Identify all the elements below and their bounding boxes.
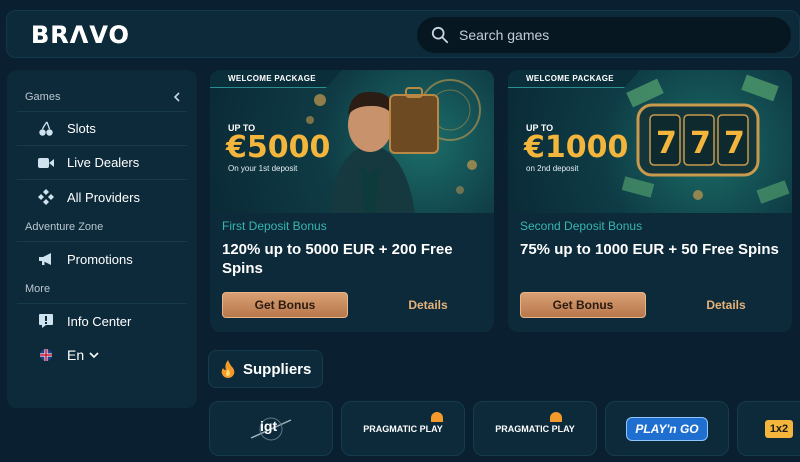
search-icon — [431, 26, 449, 44]
banner-amount: €1000 — [524, 130, 629, 165]
bonus-title: 75% up to 1000 EUR + 50 Free Spins — [520, 241, 779, 258]
sidebar-section-label: Games — [25, 91, 61, 103]
pragmatic-play-logo-icon — [550, 412, 562, 422]
provider-name: PLAY'n GO — [626, 416, 708, 441]
info-bubble-icon — [37, 312, 55, 330]
search-bar[interactable] — [417, 17, 791, 53]
brand-logo[interactable]: BRΛVO — [31, 21, 130, 49]
sidebar-item-label: Info Center — [67, 313, 132, 329]
svg-text:7: 7 — [724, 126, 745, 161]
sidebar: Games Slots Live Dealers All Providers A… — [7, 70, 197, 408]
sidebar-item-promotions[interactable]: Promotions — [17, 242, 187, 276]
banner-amount: €5000 — [226, 130, 331, 165]
bonus-card-second: 7 7 7 WELCOME PACKAGE UP TO €1000 on 2nd… — [508, 70, 792, 332]
sidebar-item-label: Promotions — [67, 251, 133, 267]
provider-pragmatic-1[interactable]: PRAGMATIC PLAY — [341, 401, 465, 456]
sidebar-item-all-providers[interactable]: All Providers — [17, 180, 187, 214]
provider-pragmatic-2[interactable]: PRAGMATIC PLAY — [473, 401, 597, 456]
language-selector[interactable]: En — [17, 338, 187, 372]
get-bonus-button[interactable]: Get Bonus — [222, 292, 348, 318]
provider-1x2[interactable]: 1x2 — [737, 401, 800, 456]
svg-text:7: 7 — [656, 126, 677, 161]
provider-playngo[interactable]: PLAY'n GO — [605, 401, 729, 456]
sidebar-item-label: Live Dealers — [67, 155, 140, 170]
bonus-label: First Deposit Bonus — [222, 219, 327, 233]
chevron-left-icon[interactable] — [173, 92, 181, 102]
uk-flag-icon — [37, 346, 55, 364]
sidebar-item-slots[interactable]: Slots — [17, 112, 187, 146]
bonus-label: Second Deposit Bonus — [520, 219, 643, 233]
video-camera-icon — [37, 154, 55, 172]
sidebar-item-label: All Providers — [67, 189, 140, 205]
sidebar-item-live-dealers[interactable]: Live Dealers — [17, 146, 187, 180]
welcome-package-tag: WELCOME PACKAGE — [210, 70, 342, 88]
diamonds-grid-icon — [37, 188, 55, 206]
bonus-banner[interactable]: 7 7 7 WELCOME PACKAGE UP TO €1000 on 2nd… — [508, 70, 792, 213]
bonus-title: 120% up to 5000 EUR + 200 Free Spins — [222, 241, 453, 277]
provider-name: 1x2 — [764, 419, 794, 438]
search-input[interactable] — [459, 27, 759, 43]
suppliers-heading[interactable]: Suppliers — [208, 350, 323, 388]
welcome-package-tag: WELCOME PACKAGE — [508, 70, 640, 88]
sidebar-section-more: More — [17, 278, 187, 300]
provider-name: PRAGMATIC PLAY — [363, 423, 443, 434]
pragmatic-play-logo-icon — [431, 412, 443, 422]
details-button[interactable]: Details — [390, 292, 466, 318]
details-button[interactable]: Details — [688, 292, 764, 318]
suppliers-title: Suppliers — [243, 360, 312, 378]
sidebar-item-label: Slots — [67, 121, 96, 136]
sidebar-section-games: Games — [17, 86, 187, 108]
banner-subtitle: On your 1st deposit — [228, 164, 298, 173]
provider-igt[interactable]: igt — [209, 401, 333, 456]
sidebar-section-adventure: Adventure Zone — [17, 216, 187, 238]
cherries-icon — [37, 120, 55, 138]
sidebar-section-label: Adventure Zone — [25, 221, 104, 233]
bonus-banner[interactable]: WELCOME PACKAGE UP TO €5000 On your 1st … — [210, 70, 494, 213]
provider-name: PRAGMATIC PLAY — [495, 423, 575, 434]
chevron-down-icon — [89, 352, 99, 359]
provider-name: igt — [260, 418, 278, 434]
megaphone-icon — [37, 250, 55, 268]
sidebar-section-label: More — [25, 283, 51, 295]
banner-subtitle: on 2nd deposit — [526, 164, 579, 173]
bonus-card-first: WELCOME PACKAGE UP TO €5000 On your 1st … — [210, 70, 494, 332]
language-label: En — [67, 347, 85, 363]
get-bonus-button[interactable]: Get Bonus — [520, 292, 646, 318]
top-header: BRΛVO — [6, 10, 800, 58]
fire-icon — [221, 360, 235, 378]
svg-text:7: 7 — [690, 126, 711, 161]
sidebar-item-info-center[interactable]: Info Center — [17, 304, 187, 338]
